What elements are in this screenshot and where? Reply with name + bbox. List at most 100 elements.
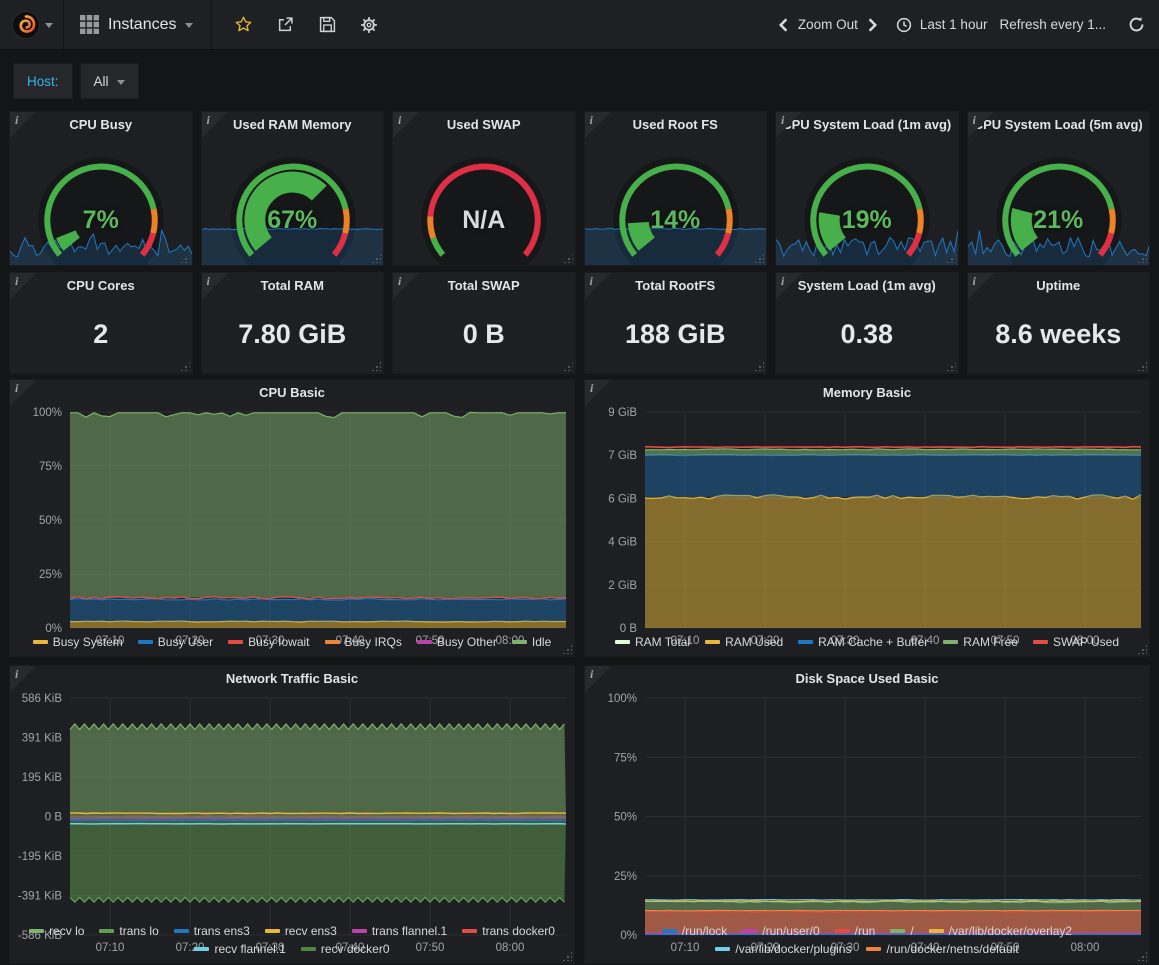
panel-used-rootfs: i Used Root FS 14% [585, 112, 767, 265]
panel-resize-handle[interactable] [180, 361, 190, 371]
panel-title[interactable]: Used RAM Memory [202, 112, 384, 137]
panel-disk-space: i Disk Space Used Basic 07:1007:2007:300… [585, 666, 1149, 963]
panel-title[interactable]: CPU Busy [10, 112, 192, 137]
legend-item[interactable]: recv lo [29, 922, 84, 940]
legend-item[interactable]: trans docker0 [462, 922, 555, 940]
legend-item[interactable]: Busy IRQs [325, 633, 402, 651]
panel-title[interactable]: Total RootFS [585, 273, 767, 298]
panel-resize-handle[interactable] [754, 361, 764, 371]
memory-basic-chart[interactable]: 07:1007:2007:3007:4007:5008:009 GiB7 GiB… [585, 405, 1149, 632]
panel-title[interactable]: Total RAM [202, 273, 384, 298]
panel-system-load: i System Load (1m avg) 0.38 [776, 273, 958, 373]
panel-resize-handle[interactable] [563, 361, 573, 371]
legend-item[interactable]: /run/user/0 [742, 922, 819, 940]
panel-info-corner[interactable] [776, 112, 802, 138]
share-button[interactable] [270, 10, 300, 40]
panel-resize-handle[interactable] [371, 361, 381, 371]
panel-title[interactable]: CPU System Load (5m avg) [968, 112, 1150, 137]
panel-info-corner[interactable] [10, 666, 36, 692]
legend-label: /run/lock [682, 922, 727, 940]
legend-item[interactable]: Busy System [33, 633, 123, 651]
refresh-button[interactable] [1128, 16, 1145, 33]
network-traffic-chart[interactable]: 07:1007:2007:3007:4007:5008:00586 KiB391… [10, 691, 574, 921]
panel-title[interactable]: CPU System Load (1m avg) [776, 112, 958, 137]
legend-item[interactable]: RAM Used [705, 633, 783, 651]
legend-item[interactable]: /var/lib/docker/plugins [715, 940, 851, 958]
panel-info-corner[interactable] [585, 112, 611, 138]
panel-info-corner[interactable] [10, 112, 36, 138]
legend-label: Busy System [53, 633, 123, 651]
legend-swatch-icon [798, 640, 813, 644]
panel-info-corner[interactable] [585, 380, 611, 406]
legend-item[interactable]: SWAP Used [1033, 633, 1119, 651]
legend-item[interactable]: trans lo [99, 922, 158, 940]
panel-title[interactable]: Memory Basic [585, 380, 1149, 405]
legend-swatch-icon [943, 640, 958, 644]
save-button[interactable] [312, 10, 342, 40]
legend-label: trans docker0 [482, 922, 555, 940]
panel-uptime: i Uptime 8.6 weeks [968, 273, 1150, 373]
panel-title[interactable]: CPU Basic [10, 380, 574, 405]
host-variable-select[interactable]: All [80, 63, 139, 99]
legend-item[interactable]: Idle [512, 633, 551, 651]
panel-resize-handle[interactable] [1137, 361, 1147, 371]
legend-item[interactable]: /run/docker/netns/default [866, 940, 1018, 958]
legend-item[interactable]: recv ens3 [265, 922, 337, 940]
panel-info-corner[interactable] [393, 112, 419, 138]
legend-swatch-icon [715, 947, 730, 951]
disk-space-chart[interactable]: 07:1007:2007:3007:4007:5008:00100%75%50%… [585, 691, 1149, 921]
legend-swatch-icon [417, 640, 432, 644]
legend-item[interactable]: Busy Iowait [228, 633, 309, 651]
panel-info-corner[interactable] [585, 666, 611, 692]
panel-info-corner[interactable] [10, 273, 36, 299]
legend-item[interactable]: RAM Free [943, 633, 1018, 651]
legend-item[interactable]: trans flannel.1 [352, 922, 447, 940]
legend-item[interactable]: trans ens3 [174, 922, 250, 940]
panel-info-corner[interactable] [393, 273, 419, 299]
legend-label: RAM Total [635, 633, 690, 651]
panel-info-corner[interactable] [968, 273, 994, 299]
panel-title[interactable]: Network Traffic Basic [10, 666, 574, 691]
time-shift-forward-button[interactable] [866, 17, 880, 33]
time-shift-back-button[interactable] [776, 17, 790, 33]
legend-label: RAM Cache + Buffer [818, 633, 928, 651]
legend-item[interactable]: /var/lib/docker/overlay2 [929, 922, 1072, 940]
refresh-interval-picker[interactable]: Refresh every 1... [999, 17, 1106, 32]
dashboard-caret-icon [185, 23, 193, 28]
legend-swatch-icon [174, 929, 189, 933]
panel-title[interactable]: Uptime [968, 273, 1150, 298]
panel-title[interactable]: Disk Space Used Basic [585, 666, 1149, 691]
legend-item[interactable]: RAM Cache + Buffer [798, 633, 928, 651]
panel-info-corner[interactable] [776, 273, 802, 299]
time-range-picker[interactable]: Last 1 hour [920, 17, 988, 32]
panel-title[interactable]: System Load (1m avg) [776, 273, 958, 298]
svg-text:0 B: 0 B [45, 812, 63, 824]
panel-info-corner[interactable] [10, 380, 36, 406]
settings-button[interactable] [354, 10, 384, 40]
chart-legend: Busy System Busy User Busy Iowait Busy IRQs… [10, 632, 574, 656]
panel-info-corner[interactable] [202, 112, 228, 138]
legend-item[interactable]: recv flannel.1 [194, 940, 285, 958]
panel-title[interactable]: Used SWAP [393, 112, 575, 137]
legend-item[interactable]: /run/lock [662, 922, 727, 940]
panel-title[interactable]: Total SWAP [393, 273, 575, 298]
star-button[interactable] [228, 10, 258, 40]
panel-info-corner[interactable] [202, 273, 228, 299]
dashboard-picker[interactable]: Instances [64, 0, 212, 49]
panel-resize-handle[interactable] [946, 361, 956, 371]
panel-info-corner[interactable] [585, 273, 611, 299]
cpu-basic-chart[interactable]: 07:1007:2007:3007:4007:5008:00100%75%50%… [10, 405, 574, 632]
zoom-out-button[interactable]: Zoom Out [798, 17, 858, 32]
legend-item[interactable]: RAM Total [615, 633, 690, 651]
panel-title[interactable]: Used Root FS [585, 112, 767, 137]
legend-label: RAM Used [725, 633, 783, 651]
legend-item[interactable]: /run [835, 922, 876, 940]
legend-item[interactable]: Busy User [138, 633, 213, 651]
gauge-canvas [393, 137, 575, 265]
legend-item[interactable]: / [890, 922, 913, 940]
grafana-menu-button[interactable] [0, 0, 64, 49]
panel-title[interactable]: CPU Cores [10, 273, 192, 298]
panel-info-corner[interactable] [968, 112, 994, 138]
legend-item[interactable]: recv docker0 [301, 940, 390, 958]
legend-item[interactable]: Busy Other [417, 633, 497, 651]
